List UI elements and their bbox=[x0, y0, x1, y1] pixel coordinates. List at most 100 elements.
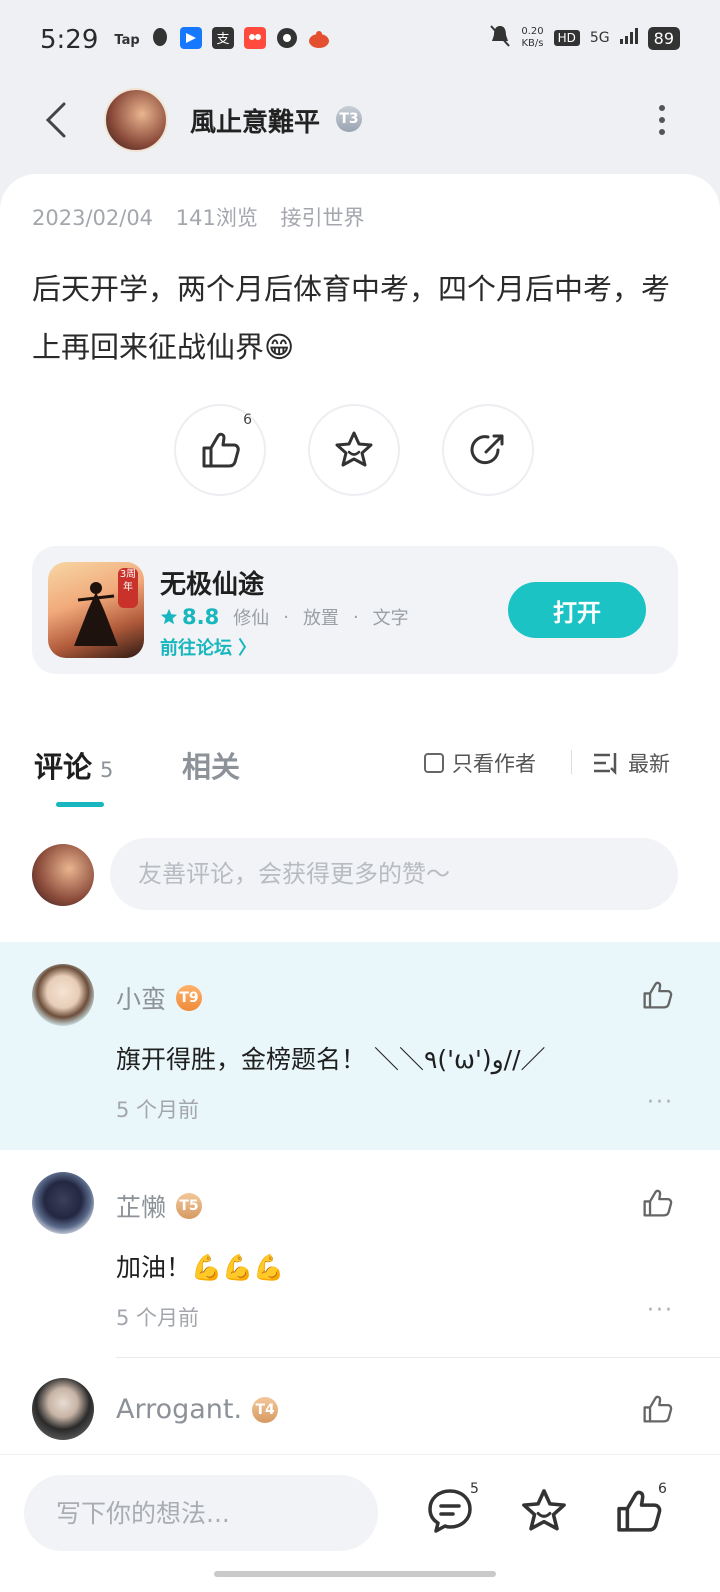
game-name: 无极仙途 bbox=[160, 570, 265, 600]
back-button[interactable] bbox=[36, 100, 76, 140]
comment-bubble-icon bbox=[428, 1489, 472, 1533]
commenter-name[interactable]: 小蛮 bbox=[116, 980, 166, 1016]
comments-section: 评论 5 相关 只看作者 最新 小蛮 T9 bbox=[0, 714, 720, 1474]
status-bar: 5:29 Tap 支 0.20 KB/s HD 5G 89 bbox=[0, 0, 720, 80]
tap-app-icon: Tap bbox=[114, 32, 140, 48]
forum-link[interactable]: 前往论坛 〉 bbox=[160, 634, 256, 660]
checkbox[interactable] bbox=[424, 753, 444, 773]
post-actions: 6 bbox=[174, 404, 534, 496]
author-name[interactable]: 風止意難平 bbox=[190, 102, 320, 139]
rating-star-icon bbox=[160, 608, 178, 625]
game-card[interactable]: 3周年 无极仙途 8.8 修仙 · 放置 · 文字 前往论坛 〉 打开 bbox=[32, 546, 678, 674]
battery-indicator: 89 bbox=[647, 26, 680, 50]
tab-comments[interactable]: 评论 5 bbox=[34, 744, 113, 786]
dot bbox=[659, 117, 665, 123]
tag-separator: · bbox=[283, 606, 289, 628]
active-tab-indicator bbox=[56, 802, 104, 807]
commenter-avatar[interactable] bbox=[32, 1172, 94, 1234]
tab-related[interactable]: 相关 bbox=[182, 744, 240, 786]
share-icon bbox=[470, 434, 504, 465]
post-views: 141浏览 bbox=[175, 206, 258, 230]
thumbs-up-icon bbox=[643, 981, 673, 1009]
tab-comments-label: 评论 bbox=[34, 750, 93, 784]
anniversary-badge: 3周年 bbox=[118, 568, 138, 608]
status-time: 5:29 bbox=[40, 25, 99, 55]
net-speed-value: 0.20 bbox=[521, 26, 544, 37]
commenter-name[interactable]: Arrogant. bbox=[116, 1394, 242, 1425]
comment-item: 芷懒 T5 加油！💪💪💪 5 个月前 ··· bbox=[0, 1150, 720, 1358]
author-avatar[interactable] bbox=[104, 88, 168, 152]
author-only-label: 只看作者 bbox=[452, 752, 536, 776]
tab-comments-count: 5 bbox=[100, 758, 114, 782]
bottom-comment-count: 5 bbox=[470, 1481, 479, 1497]
game-rating-value: 8.8 bbox=[182, 605, 220, 629]
net-speed-unit: KB/s bbox=[521, 38, 544, 49]
commenter-name-row: Arrogant. T4 bbox=[116, 1394, 279, 1425]
bottom-bar: 5 6 bbox=[0, 1454, 720, 1592]
bottom-favorite-button[interactable] bbox=[518, 1485, 570, 1537]
open-game-button[interactable]: 打开 bbox=[508, 582, 646, 638]
browser-icon bbox=[276, 27, 298, 54]
comment-like-button[interactable] bbox=[640, 1392, 674, 1426]
thumbs-up-icon bbox=[643, 1189, 673, 1217]
dot bbox=[659, 105, 665, 111]
comment-like-button[interactable] bbox=[640, 978, 674, 1012]
like-count: 6 bbox=[243, 412, 252, 428]
my-avatar bbox=[32, 844, 94, 906]
sort-button[interactable]: 最新 bbox=[592, 748, 670, 778]
svg-text:支: 支 bbox=[216, 32, 229, 47]
like-button[interactable]: 6 bbox=[174, 404, 266, 496]
commenter-name-row: 芷懒 T5 bbox=[116, 1188, 203, 1224]
favorite-button[interactable] bbox=[308, 404, 400, 496]
signal-bars-icon bbox=[619, 28, 638, 48]
home-indicator[interactable] bbox=[214, 1571, 496, 1577]
game-info-row: 8.8 修仙 · 放置 · 文字 bbox=[160, 604, 409, 630]
post-content: 后天开学，两个月后体育中考，四个月后中考，考上再回来征战仙界😁 bbox=[32, 272, 671, 364]
comment-input[interactable] bbox=[110, 838, 678, 910]
game-icon: 3周年 bbox=[48, 562, 144, 658]
comment-text: 旗开得胜，金榜题名！ ＼＼٩('ω')و//／ bbox=[116, 1045, 546, 1074]
bottom-like-count: 6 bbox=[658, 1481, 667, 1497]
alipay-zhi-icon: 支 bbox=[211, 26, 234, 54]
game-rating: 8.8 bbox=[160, 605, 219, 629]
game-tag: 放置 bbox=[302, 608, 339, 629]
dot bbox=[659, 129, 665, 135]
commenter-avatar[interactable] bbox=[32, 1378, 94, 1440]
author-level-badge: T3 bbox=[336, 106, 362, 132]
comment-text: 加油！💪💪💪 bbox=[116, 1253, 285, 1282]
comment-input-row bbox=[0, 838, 720, 912]
thumbs-up-icon bbox=[617, 1490, 662, 1532]
bottom-like-button[interactable] bbox=[612, 1485, 664, 1537]
comment-like-button[interactable] bbox=[640, 1186, 674, 1220]
comment-button[interactable] bbox=[424, 1485, 476, 1537]
commenter-level-badge: T4 bbox=[252, 1396, 279, 1423]
divider bbox=[571, 750, 572, 774]
game-tag: 文字 bbox=[372, 608, 409, 629]
thumbs-up-icon bbox=[202, 432, 240, 468]
net-speed: 0.20 KB/s bbox=[521, 26, 543, 50]
qq-icon bbox=[150, 27, 170, 54]
hd-indicator: HD bbox=[553, 30, 580, 46]
post-forum[interactable]: 接引世界 bbox=[281, 206, 365, 230]
more-options-button[interactable] bbox=[652, 100, 672, 140]
game-app-icon bbox=[308, 27, 330, 54]
commenter-avatar[interactable] bbox=[32, 964, 94, 1026]
thought-input[interactable] bbox=[24, 1475, 378, 1551]
comment-item: 小蛮 T9 旗开得胜，金榜题名！ ＼＼٩('ω')و//／ 5 个月前 ··· bbox=[0, 942, 720, 1150]
game-tag: 修仙 bbox=[233, 608, 270, 629]
chevron-left-icon bbox=[45, 102, 66, 138]
star-icon bbox=[522, 1489, 566, 1531]
commenter-level-badge: T5 bbox=[176, 1193, 203, 1219]
sort-icon bbox=[594, 753, 617, 775]
commenter-name[interactable]: 芷懒 bbox=[116, 1188, 166, 1224]
comment-time: 5 个月前 bbox=[116, 1098, 200, 1122]
signal-5g: 5G bbox=[589, 30, 610, 46]
comment-more-button[interactable]: ··· bbox=[647, 1298, 674, 1323]
author-only-filter[interactable]: 只看作者 bbox=[424, 748, 536, 778]
commenter-name-row: 小蛮 T9 bbox=[116, 980, 203, 1016]
share-button[interactable] bbox=[442, 404, 534, 496]
comment-more-button[interactable]: ··· bbox=[647, 1090, 674, 1115]
sort-label: 最新 bbox=[628, 752, 670, 776]
commenter-level-badge: T9 bbox=[176, 985, 203, 1011]
post-meta: 2023/02/04 141浏览 接引世界 bbox=[32, 202, 381, 232]
